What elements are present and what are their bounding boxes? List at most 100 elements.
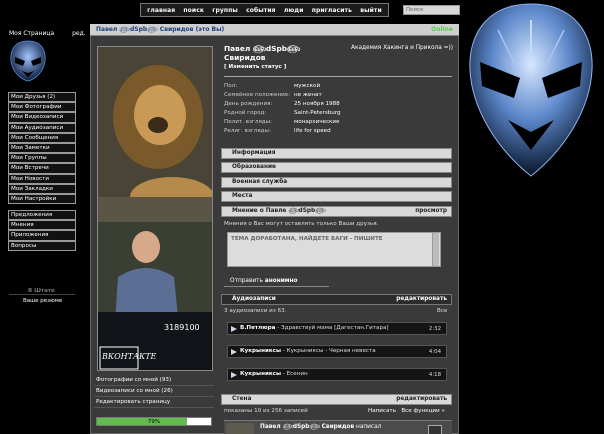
photos-with-me-link[interactable]: Фотографии со мной (93) [94, 375, 214, 386]
info-value: 25 ноября 1988 [294, 101, 340, 107]
left-menu: Мои Друзья (2) Мои Фотографии Мои Видеозап… [8, 92, 76, 251]
sidebar-item[interactable]: Мои Группы [8, 153, 76, 164]
audio-track[interactable]: Кукрыниксы - Есенин 4:18 [227, 368, 447, 381]
profile-name-first: Павел ௵dSpb௵ [224, 44, 301, 53]
sidebar-item[interactable]: Предложения [8, 210, 76, 221]
section-information[interactable]: Информация [221, 148, 452, 159]
info-row: Полит. взгляды: монархические [224, 118, 452, 127]
nav-home[interactable]: главная [147, 7, 175, 14]
resume-link[interactable]: Ваше резюме [23, 298, 62, 304]
send-anon-label: анонимно [264, 278, 298, 284]
nav-groups[interactable]: группы [212, 7, 238, 14]
sidebar-item[interactable]: Приложения [8, 230, 76, 241]
track-duration: 4:04 [428, 349, 441, 355]
edit-link[interactable]: ред. [72, 30, 86, 37]
university: Академия Хакинга и Прикола =)) [351, 45, 454, 51]
nav-logout[interactable]: выйти [360, 7, 382, 14]
track-title: - Есенин [281, 371, 308, 377]
info-row: Религ. взгляды: life for speed [224, 127, 452, 136]
info-value: монархические [294, 119, 340, 125]
audio-track[interactable]: Кукрыниксы - Кукрыниксы - Черная невеста… [227, 345, 447, 358]
textarea-scrollbar[interactable] [432, 233, 439, 266]
track-artist[interactable]: Кукрыниксы [240, 348, 281, 354]
photo-counter: 3189100 [164, 323, 200, 332]
sidebar-item[interactable]: Мои Встречи [8, 163, 76, 174]
alien-mask-decoration-icon [469, 3, 593, 177]
videos-with-me-link[interactable]: Видеозаписи со мной (26) [94, 386, 214, 397]
info-key: Религ. взгляды: [224, 128, 271, 134]
audio-track[interactable]: В.Петлюра - Здравствуй мама [Дагестан.Ги… [227, 322, 447, 335]
opinion-view-link[interactable]: просмотр [415, 208, 447, 214]
section-wall[interactable]: Стена редактировать [221, 394, 452, 405]
info-row: Родной город: Saint-Petersburg [224, 109, 452, 118]
delete-post-button[interactable] [428, 425, 442, 434]
post-author[interactable]: Павел ௵dSpb௵ Свиридов [260, 424, 354, 430]
wall-write-link[interactable]: Написать [368, 408, 396, 414]
sidebar-item[interactable]: Мои Новости [8, 173, 76, 184]
info-key: День рождения: [224, 101, 273, 107]
top-nav: главная поиск группы события люди пригла… [140, 3, 389, 17]
alien-mask-logo-icon [10, 40, 46, 82]
section-education[interactable]: Образование [221, 162, 452, 173]
profile-header-title: Павел ௵dSpb௵ Свиридов (это Вы) [96, 26, 225, 33]
search-input[interactable]: Поиск [403, 5, 460, 15]
section-label: Информация [232, 150, 276, 156]
audio-edit-link[interactable]: редактировать [396, 296, 447, 302]
section-label: Образование [232, 164, 276, 170]
section-label: Стена [232, 396, 252, 402]
send-label: Отправить [230, 278, 265, 284]
info-key: Семейное положение: [224, 92, 291, 98]
section-audio[interactable]: Аудиозаписи редактировать [221, 294, 452, 305]
track-artist[interactable]: Кукрыниксы [240, 371, 281, 377]
audio-all-link[interactable]: Все [437, 308, 447, 314]
wall-post-text: Павел ௵dSpb௵ Свиридов написал [260, 424, 381, 431]
sidebar-item[interactable]: Мои Настройки [8, 193, 76, 205]
sidebar-item[interactable]: Мои Закладки [8, 183, 76, 194]
section-military[interactable]: Военная служба [221, 177, 452, 188]
post-action: написал [354, 424, 382, 430]
nav-search[interactable]: поиск [183, 7, 204, 14]
sidebar-item[interactable]: Мои Сообщения [8, 132, 76, 143]
sidebar-item[interactable]: Мои Фотографии [8, 102, 76, 113]
opinion-textarea[interactable]: ТЕМА ДОРАБОТАНА, НАЙДЕТЕ БАГИ - ПИШИТЕ [227, 232, 441, 267]
change-status-button[interactable]: [ Изменить статус ] [224, 64, 286, 70]
avatar[interactable] [226, 423, 254, 434]
sidebar-item[interactable]: Мои Друзья (2) [8, 92, 76, 103]
edit-page-link[interactable]: Редактировать страницу [94, 397, 214, 408]
audio-count: 3 аудиозаписи из 63. [224, 308, 287, 314]
wall-post: Павел ௵dSpb௵ Свиридов написал [224, 420, 452, 434]
send-anonymous-button[interactable]: Отправить анонимно [224, 275, 329, 287]
divider [224, 76, 452, 77]
divider [9, 294, 75, 295]
play-icon[interactable] [231, 326, 237, 332]
sidebar-item[interactable]: Вопросы [8, 240, 76, 251]
info-key: Полит. взгляды: [224, 119, 272, 125]
info-row: День рождения: 25 ноября 1988 [224, 100, 452, 109]
photo-links: Фотографии со мной (93) Видеозаписи со м… [94, 375, 214, 408]
wall-links: Написать Все функции » [368, 408, 445, 414]
my-page-link[interactable]: Моя Страница ред. [9, 30, 86, 37]
sidebar-item[interactable]: Мои Видеозаписи [8, 112, 76, 123]
sidebar-item[interactable]: Мои Заметки [8, 142, 76, 154]
my-page-label[interactable]: Моя Страница [9, 30, 54, 37]
nav-invite[interactable]: пригласить [312, 7, 352, 14]
section-places[interactable]: Места [221, 191, 452, 202]
section-opinion[interactable]: Мнение о Павле ௵dSpb௵ просмотр [221, 206, 452, 217]
nav-people[interactable]: люди [284, 7, 304, 14]
track-artist[interactable]: В.Петлюра [240, 325, 275, 331]
wall-meta: показаны 10 из 256 записей [224, 408, 308, 414]
profile-photo[interactable]: 3189100 ВКОНТАКТЕ [97, 46, 213, 371]
track-title: - Здравствуй мама [Дагестан.Гитара] [275, 325, 389, 331]
wall-edit-link[interactable]: редактировать [396, 396, 447, 402]
nav-events[interactable]: события [246, 7, 276, 14]
info-key: Пол: [224, 83, 238, 89]
track-text: В.Петлюра - Здравствуй мама [Дагестан.Ги… [240, 325, 389, 331]
play-icon[interactable] [231, 372, 237, 378]
sidebar-item[interactable]: Мои Аудиозаписи [8, 122, 76, 133]
progress-label: 79% [147, 419, 161, 425]
wall-functions-link[interactable]: Все функции » [401, 408, 445, 414]
play-icon[interactable] [231, 349, 237, 355]
sidebar-item[interactable]: Мнения [8, 220, 76, 231]
section-label: Военная служба [232, 179, 288, 185]
profile-info: Пол: мужской Семейное положение: не женат Де… [224, 82, 452, 136]
